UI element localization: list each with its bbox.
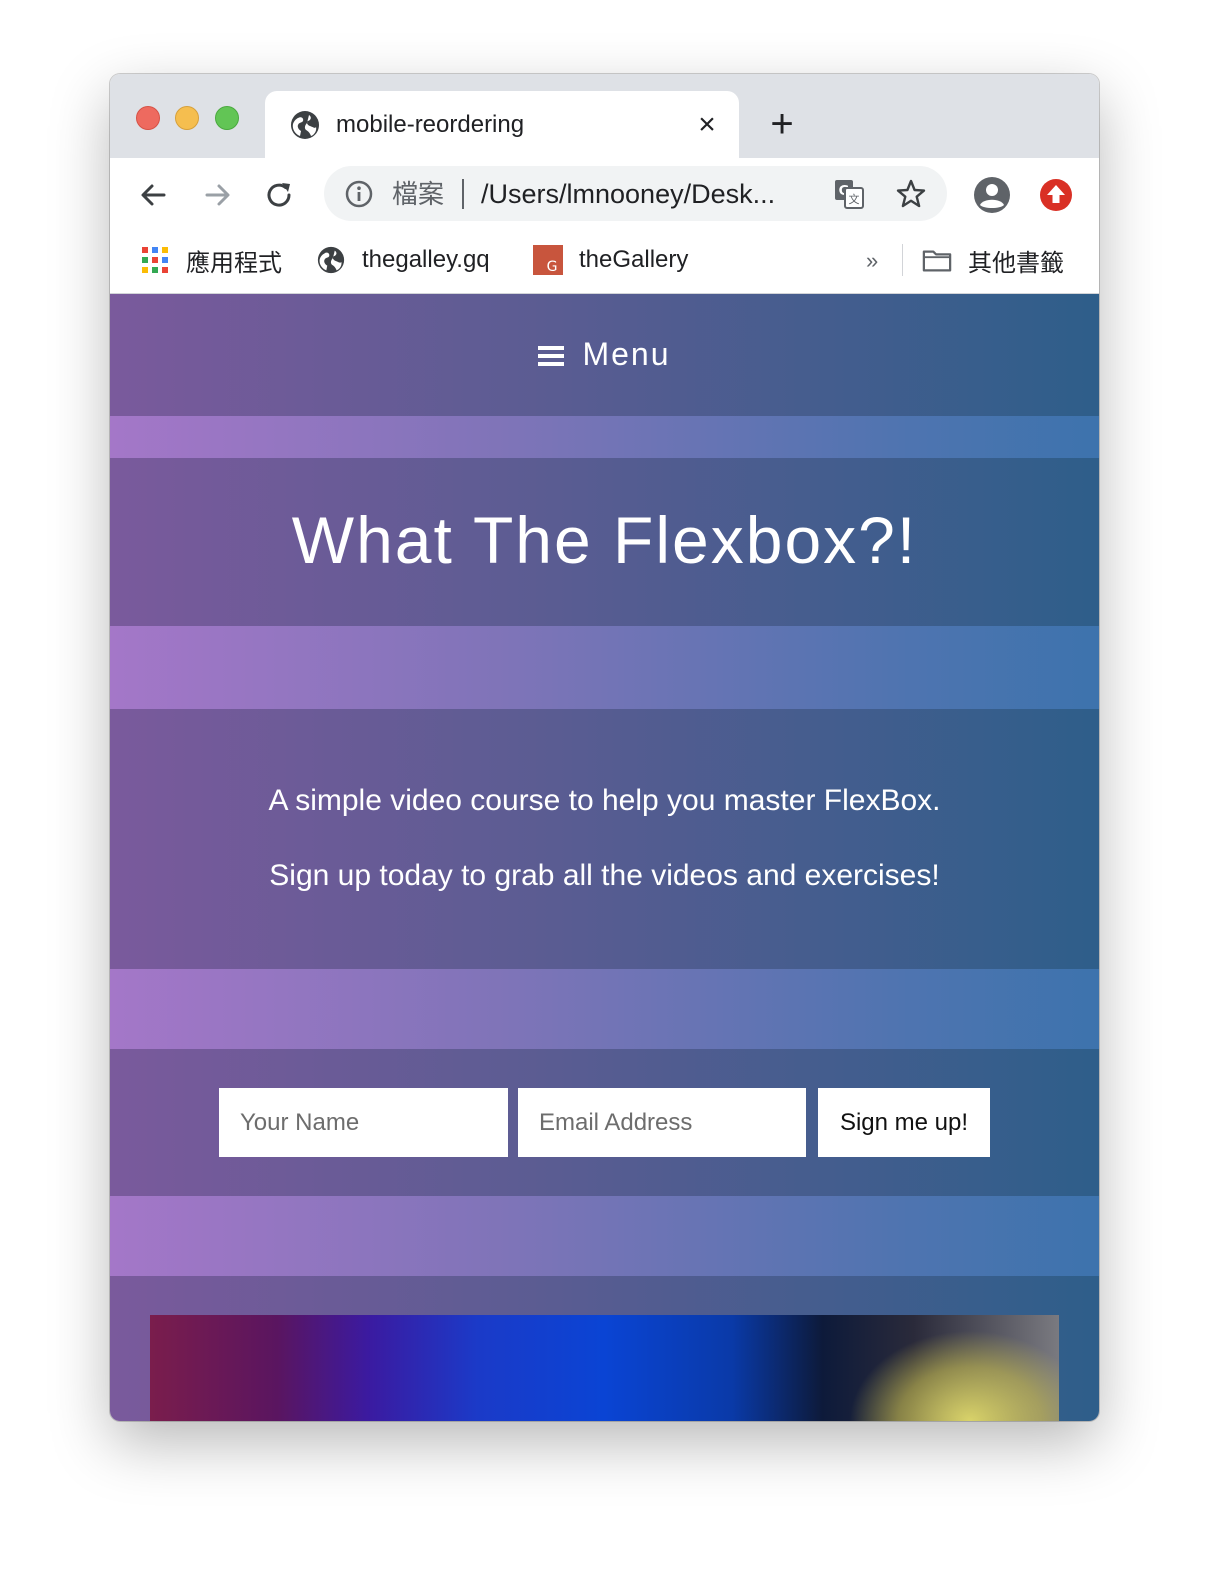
sign-me-up-button[interactable]: Sign me up!	[818, 1088, 990, 1157]
stripe-band	[110, 1196, 1099, 1276]
update-arrow-icon[interactable]	[1038, 177, 1074, 213]
svg-text:文: 文	[849, 192, 860, 206]
other-bookmarks-folder[interactable]: 其他書籤	[922, 242, 1064, 278]
close-window-button[interactable]	[136, 106, 160, 130]
url-divider	[462, 179, 464, 209]
tab-strip: mobile-reordering × +	[110, 74, 1099, 158]
back-arrow-icon[interactable]	[134, 175, 174, 215]
web-page: Menu What The Flexbox?! A simple video c…	[110, 294, 1099, 1421]
site-info-icon[interactable]	[344, 179, 374, 209]
tab-title: mobile-reordering	[336, 111, 525, 138]
hamburger-icon	[538, 346, 565, 366]
address-bar[interactable]: 檔案 /Users/lmnooney/Desk... G 文	[324, 166, 947, 221]
bookmark-thegalley[interactable]: thegalley.gq	[316, 242, 490, 278]
stripe-band	[110, 416, 1099, 458]
lead-text-2: Sign up today to grab all the videos and…	[269, 859, 940, 892]
url-scheme-label: 檔案	[392, 179, 445, 209]
bookmark-label: theGallery	[579, 246, 689, 273]
translate-icon[interactable]: G 文	[832, 177, 866, 211]
profile-avatar-icon[interactable]	[972, 175, 1012, 215]
globe-icon	[317, 246, 345, 274]
course-preview-image	[150, 1315, 1059, 1421]
lead-text-1: A simple video course to help you master…	[268, 784, 941, 817]
bookmark-thegallery[interactable]: G theGallery	[533, 242, 688, 278]
svg-text:G: G	[547, 259, 558, 275]
zoom-window-button[interactable]	[215, 106, 239, 130]
bookmarks-divider	[902, 244, 903, 276]
name-input[interactable]: Your Name	[219, 1088, 508, 1157]
new-tab-button[interactable]: +	[765, 104, 799, 144]
menu-label: Menu	[582, 336, 671, 372]
stripe-band	[110, 626, 1099, 709]
bookmark-label: thegalley.gq	[362, 246, 490, 273]
apps-grid-icon	[142, 247, 168, 273]
stripe-band	[110, 969, 1099, 1049]
tab-close-icon[interactable]: ×	[691, 109, 723, 141]
menu-toggle[interactable]: Menu	[110, 336, 1099, 373]
bookmarks-bar: 應用程式 thegalley.gq G theGallery » 其他書籤	[110, 232, 1099, 294]
forward-arrow-icon[interactable]	[197, 175, 237, 215]
minimize-window-button[interactable]	[175, 106, 199, 130]
browser-toolbar: 檔案 /Users/lmnooney/Desk... G 文	[110, 158, 1099, 232]
bookmark-apps[interactable]: 應用程式	[140, 242, 282, 278]
reload-icon[interactable]	[260, 175, 300, 215]
email-input[interactable]: Email Address	[518, 1088, 806, 1157]
browser-window: mobile-reordering × + 檔案 /Users/lmnooney…	[110, 74, 1099, 1421]
gallery-favicon-icon: G	[533, 245, 563, 275]
other-bookmarks-label: 其他書籤	[968, 249, 1064, 277]
folder-icon	[922, 250, 952, 272]
bookmark-label: 應用程式	[186, 249, 282, 277]
hero-title: What The Flexbox?!	[291, 503, 918, 577]
bookmarks-overflow-button[interactable]: »	[866, 248, 878, 274]
globe-icon	[291, 111, 319, 139]
url-text[interactable]: /Users/lmnooney/Desk...	[481, 177, 775, 211]
tab-mobile-reordering[interactable]: mobile-reordering ×	[265, 91, 739, 158]
bookmark-star-icon[interactable]	[894, 177, 928, 211]
